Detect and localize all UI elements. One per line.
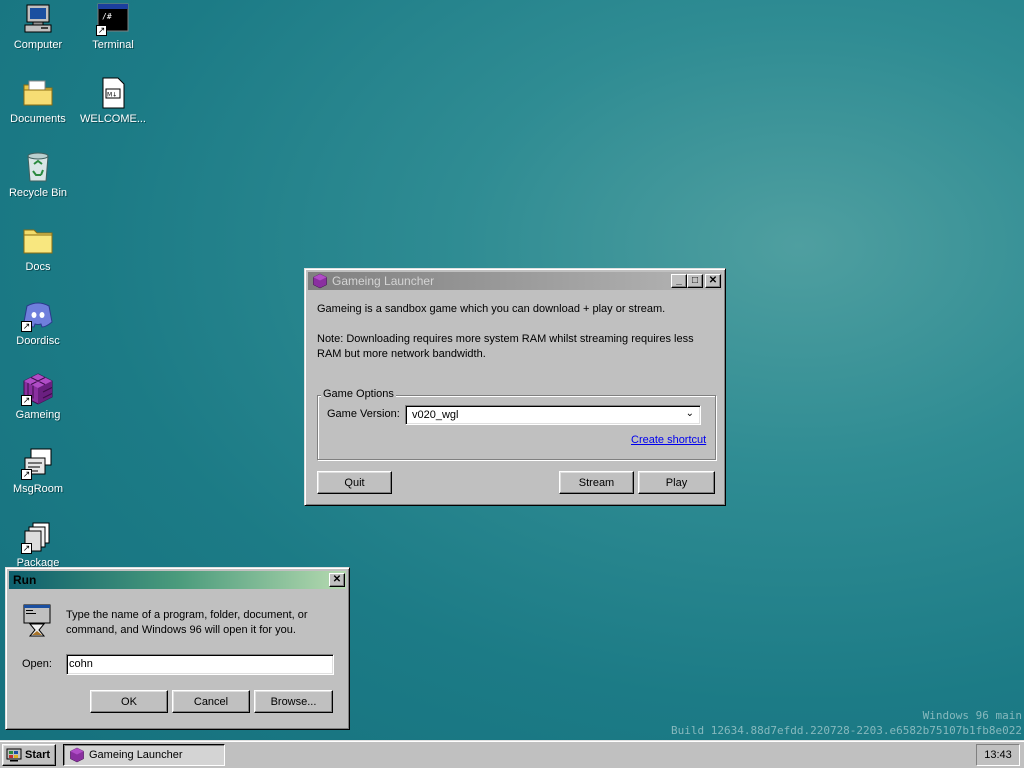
desktop-icon-label: Computer <box>13 39 63 51</box>
desktop-icon-label: WELCOME... <box>79 113 146 125</box>
maximize-button[interactable]: □ <box>687 274 703 288</box>
desktop-icon-label: Recycle Bin <box>8 187 68 199</box>
start-button[interactable]: Start <box>2 744 56 766</box>
game-version-select[interactable]: v020_wgl ⌄ <box>405 405 701 425</box>
desktop-icon-documents[interactable]: Documents <box>1 76 75 125</box>
msgroom-icon: ↗ <box>21 446 55 480</box>
run-dialog: Run ✕ Type the name of a program, folder… <box>5 567 350 730</box>
gameing-cube-icon: ↗ <box>21 372 55 406</box>
markdown-file-icon: M↓ <box>96 76 130 110</box>
open-input[interactable]: cohn <box>66 654 334 675</box>
cancel-button[interactable]: Cancel <box>172 690 250 713</box>
desktop-icon-msgroom[interactable]: ↗ MsgRoom <box>1 446 75 495</box>
svg-text:/#: /# <box>102 12 112 21</box>
close-icon: ✕ <box>708 275 718 286</box>
doordisc-icon: ↗ <box>21 298 55 332</box>
shortcut-arrow-icon: ↗ <box>21 543 32 554</box>
shortcut-arrow-icon: ↗ <box>21 469 32 480</box>
taskbar-item-gameing-launcher[interactable]: Gameing Launcher <box>63 744 225 766</box>
close-button[interactable]: ✕ <box>329 573 345 587</box>
desktop-icon-doordisc[interactable]: ↗ Doordisc <box>1 298 75 347</box>
shortcut-arrow-icon: ↗ <box>21 395 32 406</box>
recycle-bin-icon <box>21 150 55 184</box>
run-titlebar[interactable]: Run ✕ <box>9 571 346 589</box>
ok-button[interactable]: OK <box>90 690 168 713</box>
build-watermark-line2: Build 12634.88d7efdd.220728-2203.e6582b7… <box>671 724 1022 737</box>
desktop-icon-package[interactable]: ↗ Package <box>1 520 75 569</box>
game-options-label: Game Options <box>321 388 396 400</box>
minimize-icon: _ <box>676 275 682 286</box>
game-version-value: v020_wgl <box>412 409 459 421</box>
gameing-cube-icon <box>69 747 85 763</box>
desktop-icon-label: Documents <box>10 113 66 125</box>
minimize-button[interactable]: _ <box>671 274 687 288</box>
gameing-launcher-window: Gameing Launcher _ □ ✕ Gameing is a sand… <box>304 268 726 506</box>
folder-icon <box>21 224 55 258</box>
close-button[interactable]: ✕ <box>705 274 721 288</box>
computer-icon <box>21 2 55 36</box>
play-button[interactable]: Play <box>638 471 715 494</box>
desktop-icon-label: Doordisc <box>16 335 60 347</box>
terminal-icon: /# ↗ <box>96 2 130 36</box>
svg-text:M↓: M↓ <box>107 92 117 99</box>
taskbar: Start Gameing Launcher 13:43 <box>0 740 1024 768</box>
create-shortcut-link[interactable]: Create shortcut <box>631 434 706 446</box>
start-logo-icon <box>6 748 22 762</box>
launcher-note: Note: Downloading requires more system R… <box>317 333 694 360</box>
gameing-cube-icon <box>312 273 328 289</box>
desktop-icon-label: MsgRoom <box>12 483 64 495</box>
chevron-down-icon: ⌄ <box>685 408 694 419</box>
shortcut-arrow-icon: ↗ <box>96 25 107 36</box>
desktop-icon-gameing[interactable]: ↗ Gameing <box>1 372 75 421</box>
desktop-icon-computer[interactable]: Computer <box>1 2 75 51</box>
maximize-icon: □ <box>691 275 699 286</box>
desktop-icon-recycle-bin[interactable]: Recycle Bin <box>1 150 75 199</box>
open-input-value: cohn <box>69 658 93 670</box>
game-version-label: Game Version: <box>327 408 400 420</box>
desktop-icon-label: Terminal <box>92 39 134 51</box>
start-label: Start <box>25 749 51 761</box>
taskbar-clock[interactable]: 13:43 <box>976 744 1020 766</box>
shortcut-arrow-icon: ↗ <box>21 321 32 332</box>
open-label: Open: <box>22 658 52 670</box>
launcher-description: Gameing is a sandbox game which you can … <box>317 303 666 315</box>
stream-button[interactable]: Stream <box>559 471 634 494</box>
desktop-icon-label: Gameing <box>15 409 61 421</box>
documents-folder-icon <box>21 76 55 110</box>
run-title: Run <box>13 573 37 587</box>
desktop-icon-terminal[interactable]: /# ↗ Terminal <box>76 2 150 51</box>
run-program-icon <box>20 604 54 638</box>
run-description: Type the name of a program, folder, docu… <box>66 609 308 636</box>
package-icon: ↗ <box>21 520 55 554</box>
launcher-title: Gameing Launcher <box>332 274 435 288</box>
close-icon: ✕ <box>332 574 342 585</box>
desktop-icon-welcome[interactable]: M↓ WELCOME... <box>76 76 150 125</box>
quit-button[interactable]: Quit <box>317 471 392 494</box>
desktop-icon-label: Docs <box>25 261 51 273</box>
browse-button[interactable]: Browse... <box>254 690 333 713</box>
taskbar-item-label: Gameing Launcher <box>89 749 183 761</box>
build-watermark-line1: Windows 96 main <box>922 709 1022 722</box>
desktop-icon-docs[interactable]: Docs <box>1 224 75 273</box>
launcher-titlebar[interactable]: Gameing Launcher _ □ ✕ <box>308 272 722 290</box>
